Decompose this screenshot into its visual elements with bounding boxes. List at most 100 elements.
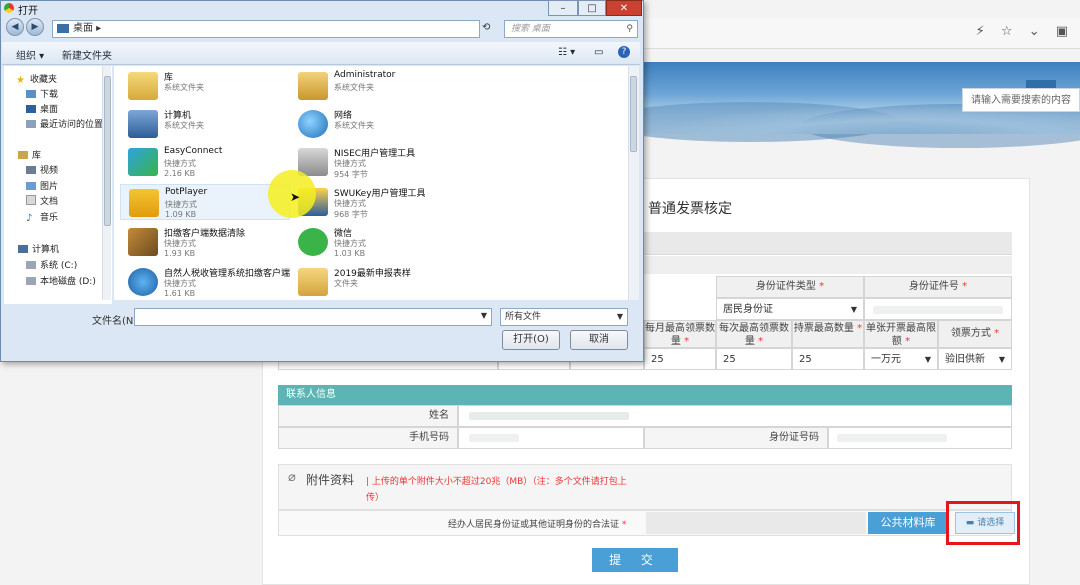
chrome-icon [4, 3, 14, 13]
cancel-button[interactable]: 取消 [570, 330, 628, 350]
folder-icon [298, 268, 328, 296]
submit-button[interactable]: 提 交 [592, 548, 678, 572]
nav-scrollbar[interactable] [102, 66, 111, 300]
id-type-header: 身份证件类型 * [716, 276, 864, 298]
name-label: 姓名 [278, 405, 458, 427]
chevron-down-icon: ▼ [616, 312, 623, 321]
file-item[interactable]: EasyConnect 快捷方式 2.16 KB [120, 144, 290, 180]
file-list-scrollbar[interactable] [628, 66, 639, 300]
back-button[interactable]: ◀ [6, 18, 24, 36]
network-icon [298, 110, 328, 138]
file-item[interactable]: 计算机 系统文件夹 [120, 106, 290, 142]
file-item-selected[interactable]: PotPlayer 快捷方式 1.09 KB [120, 184, 290, 220]
minimize-button[interactable]: – [548, 0, 578, 16]
idno-input[interactable] [828, 427, 1012, 449]
attachment-field-label: 经办人居民身份证或其他证明身份的合法证 * [448, 520, 627, 530]
nav-item-drive-c[interactable]: 系统 (C:) [26, 258, 77, 271]
computer-icon [18, 245, 28, 253]
file-list: 库系统文件夹 Administrator 系统文件夹 计算机 系统文件夹 网络 系统文… [114, 66, 628, 300]
site-search-input[interactable]: 请输入需要搜索的内容 [962, 88, 1080, 112]
close-button[interactable]: ✕ [606, 0, 642, 16]
nav-item-recent[interactable]: 最近访问的位置 [26, 117, 103, 130]
dialog-search-input[interactable]: 搜索 桌面 ⚲ [504, 20, 638, 38]
desktop-icon [26, 105, 36, 113]
filetype-select[interactable]: 所有文件 ▼ [500, 308, 628, 326]
open-button[interactable]: 打开(O) [502, 330, 560, 350]
id-type-select[interactable]: 居民身份证 ▼ [716, 298, 864, 320]
paperclip-icon: ⌀ [288, 470, 296, 485]
phone-input[interactable] [458, 427, 644, 449]
file-item[interactable]: 微信 快捷方式 1.03 KB [290, 224, 460, 260]
library-folder-icon [128, 72, 158, 100]
hold-input[interactable]: 25 [792, 348, 864, 370]
per-max-header: 每次最高领票数量 * [716, 320, 792, 348]
file-item[interactable]: NISEC用户管理工具 快捷方式 954 字节 [290, 144, 460, 180]
nav-item-documents[interactable]: 文档 [26, 194, 58, 207]
phone-label: 手机号码 [278, 427, 458, 449]
contact-section-header: 联系人信息 [278, 385, 1012, 405]
file-item[interactable]: 2019最新申报表样 文件夹 [290, 264, 460, 300]
nav-item-favorites[interactable]: ★ 收藏夹 [16, 72, 57, 86]
navigation-pane: ★ 收藏夹 下载 桌面 最近访问的位置 库 视频 图片 文档 ♪ 音乐 计算机 系统… [4, 66, 112, 304]
id-number-header: 身份证件号 * [864, 276, 1012, 298]
nav-item-drive-d[interactable]: 本地磁盘 (D:) [26, 274, 96, 287]
nav-item-desktop[interactable]: 桌面 [26, 102, 58, 115]
nav-item-pictures[interactable]: 图片 [26, 179, 58, 192]
form-subheader [642, 256, 1012, 274]
chevron-down-icon: ▼ [924, 355, 931, 364]
maximize-button[interactable]: □ [578, 0, 606, 16]
form-section-header [642, 232, 1012, 255]
public-library-button[interactable]: 公共材料库 [868, 512, 948, 534]
view-options-icon[interactable]: ☷ ▾ [558, 47, 575, 58]
nav-item-music[interactable]: ♪ 音乐 [26, 210, 58, 224]
user-folder-icon [298, 72, 328, 100]
id-number-input[interactable] [864, 298, 1012, 320]
tax-client-icon [128, 268, 158, 296]
name-input[interactable] [458, 405, 1012, 427]
forward-button[interactable]: ▶ [26, 18, 44, 36]
help-icon[interactable]: ? [618, 46, 630, 58]
video-icon [26, 166, 36, 174]
new-folder-button[interactable]: 新建文件夹 [62, 47, 112, 62]
computer-icon [128, 110, 158, 138]
file-item[interactable]: 网络 系统文件夹 [290, 106, 460, 142]
drive-icon [26, 261, 36, 269]
potplayer-icon [129, 189, 159, 217]
mouse-cursor-icon: ➤ [290, 190, 301, 204]
recent-places-icon [26, 120, 36, 128]
file-item[interactable]: 自然人税收管理系统扣缴客户端 快捷方式 1.61 KB [120, 264, 290, 300]
wechat-icon [298, 228, 328, 256]
monthly-max-header: 每月最高领票数量 * [644, 320, 716, 348]
address-bar[interactable]: 桌面 ▸ [52, 20, 480, 38]
desktop-icon [57, 24, 69, 33]
easyconnect-icon [128, 148, 158, 176]
organize-menu[interactable]: 组织 ▾ [16, 47, 44, 62]
method-select[interactable]: 验旧供新 ▼ [938, 348, 1012, 370]
preview-pane-icon[interactable]: ▭ [594, 47, 603, 58]
method-header: 领票方式 * [938, 320, 1012, 348]
limit-select[interactable]: 一万元 ▼ [864, 348, 938, 370]
browser-toolbar-icons[interactable]: ⚡ ☆ ⌄ ▣ [976, 24, 1074, 39]
document-icon [26, 195, 36, 205]
attachment-file-display [646, 512, 866, 534]
page-title: 普通发票核定 [648, 201, 732, 217]
refresh-icon[interactable]: ⟲ [482, 22, 490, 33]
chevron-down-icon: ▼ [850, 305, 857, 314]
nav-item-downloads[interactable]: 下载 [26, 87, 58, 100]
nav-item-computer[interactable]: 计算机 [18, 242, 59, 255]
monthly-input[interactable]: 25 [644, 348, 716, 370]
music-icon: ♪ [26, 213, 33, 224]
file-item[interactable]: 扣缴客户端数据清除 快捷方式 1.93 KB [120, 224, 290, 260]
filename-input[interactable]: ▼ [134, 308, 492, 326]
file-item[interactable]: Administrator 系统文件夹 [290, 68, 460, 104]
idno-label: 身份证号码 [644, 427, 828, 449]
dialog-title: 打开 [18, 6, 38, 17]
highlight-annotation [946, 501, 1020, 545]
nav-item-libraries[interactable]: 库 [18, 148, 41, 161]
picture-icon [26, 182, 36, 190]
chevron-down-icon: ▼ [480, 311, 487, 320]
file-item[interactable]: 库系统文件夹 [120, 68, 290, 104]
per-input[interactable]: 25 [716, 348, 792, 370]
nav-item-videos[interactable]: 视频 [26, 163, 58, 176]
hold-max-header: 持票最高数量 * [792, 320, 864, 348]
